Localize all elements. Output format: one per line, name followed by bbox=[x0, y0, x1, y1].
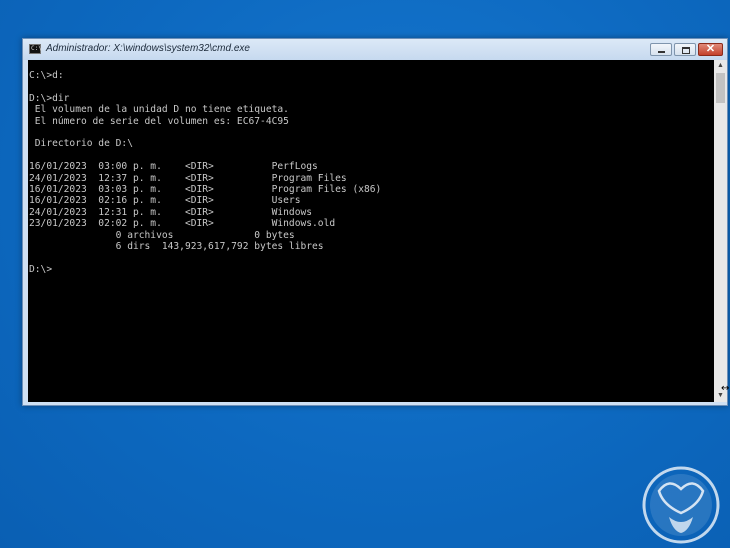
resize-cursor-icon: ↔ bbox=[721, 383, 730, 394]
console-line: 6 dirs 143,923,617,792 bytes libres bbox=[29, 241, 324, 253]
cmd-window[interactable]: C:\ Administrador: X:\windows\system32\c… bbox=[22, 38, 728, 406]
minimize-button[interactable] bbox=[650, 43, 672, 56]
console-line: 16/01/2023 03:00 p. m. <DIR> PerfLogs bbox=[29, 161, 318, 173]
console-line: 24/01/2023 12:37 p. m. <DIR> Program Fil… bbox=[29, 172, 347, 184]
console-output[interactable]: C:\>d: D:\>dir El volumen de la unidad D… bbox=[28, 60, 714, 402]
vertical-scrollbar[interactable]: ▲ ▼ bbox=[714, 60, 727, 402]
scroll-up-icon[interactable]: ▲ bbox=[714, 60, 727, 72]
console-line: 16/01/2023 02:16 p. m. <DIR> Users bbox=[29, 195, 301, 207]
watermark-logo bbox=[642, 466, 720, 544]
close-icon: ✕ bbox=[705, 43, 716, 55]
maximize-button[interactable] bbox=[674, 43, 696, 56]
console-line: 0 archivos 0 bytes bbox=[29, 229, 295, 241]
console-text: C:\>d: D:\>dir El volumen de la unidad D… bbox=[28, 60, 714, 275]
window-title: Administrador: X:\windows\system32\cmd.e… bbox=[46, 43, 250, 54]
console-line: El número de serie del volumen es: EC67-… bbox=[29, 115, 289, 127]
console-line: El volumen de la unidad D no tiene etiqu… bbox=[29, 104, 289, 116]
console-line: 16/01/2023 03:03 p. m. <DIR> Program Fil… bbox=[29, 184, 382, 196]
cmd-icon: C:\ bbox=[29, 44, 42, 54]
console-line: D:\>dir bbox=[29, 92, 70, 104]
console-line: C:\>d: bbox=[29, 70, 64, 81]
console-line: 24/01/2023 12:31 p. m. <DIR> Windows bbox=[29, 206, 313, 218]
title-bar[interactable]: C:\ Administrador: X:\windows\system32\c… bbox=[23, 39, 727, 60]
console-line: 23/01/2023 02:02 p. m. <DIR> Windows.old bbox=[29, 218, 336, 230]
scroll-thumb[interactable] bbox=[716, 73, 725, 103]
console-line: Directorio de D:\ bbox=[29, 138, 133, 150]
close-button[interactable]: ✕ bbox=[698, 43, 723, 56]
console-line: D:\> bbox=[29, 263, 53, 275]
